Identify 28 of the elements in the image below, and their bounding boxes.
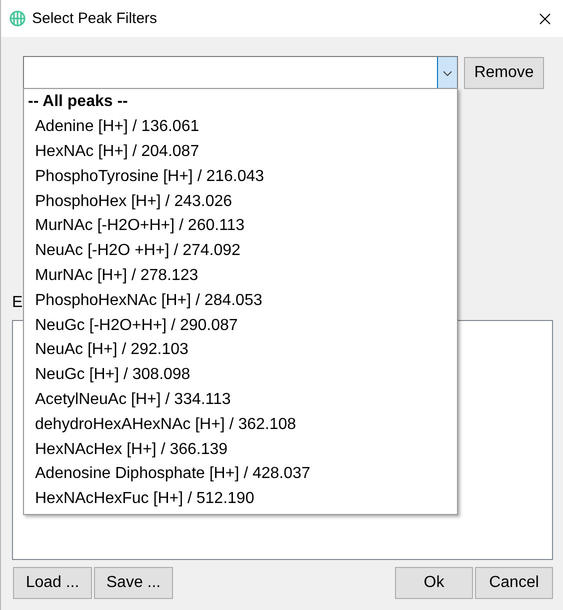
peak-option[interactable]: NeuGc [-H2O+H+] / 290.087	[24, 313, 457, 338]
peak-option[interactable]: Adenosine Diphosphate [H+] / 428.037	[24, 462, 457, 487]
close-icon[interactable]	[539, 12, 551, 24]
file-button[interactable]: Save ...	[94, 567, 173, 599]
peak-option[interactable]: HexNAcHex [H+] / 366.139	[24, 437, 457, 462]
peak-option[interactable]: MurNAc [-H2O+H+] / 260.113	[24, 214, 457, 239]
peak-option[interactable]: dehydroHexAHexNAc [H+] / 362.108	[24, 412, 457, 438]
peak-option[interactable]: NeuAc [H+] / 292.103	[24, 338, 457, 363]
peak-option[interactable]: HexNAcHexFuc [H+] / 512.190	[24, 486, 457, 512]
peak-option[interactable]: HexNAc [H+] / 204.087	[24, 140, 457, 164]
dialog-button[interactable]: Cancel	[475, 567, 553, 599]
caret-icon	[443, 70, 452, 76]
all-peaks-option[interactable]: -- All peaks --	[24, 90, 457, 115]
peak-option[interactable]: NeuAc [-H2O +H+] / 274.092	[24, 238, 457, 264]
file-button[interactable]: Load ...	[13, 567, 92, 599]
peak-option[interactable]: NeuGc [H+] / 308.098	[24, 362, 457, 388]
remove-button[interactable]: Remove	[464, 57, 544, 89]
app-logo-icon	[9, 10, 26, 27]
window-title: Select Peak Filters	[32, 10, 158, 27]
peak-option[interactable]: AcetylNeuAc [H+] / 334.113	[24, 388, 457, 412]
peak-option[interactable]: PhosphoTyrosine [H+] / 216.043	[24, 164, 457, 190]
peak-combo-box[interactable]	[23, 56, 458, 90]
peak-option[interactable]: MurNAc [H+] / 278.123	[24, 264, 457, 288]
peak-option[interactable]: Adenine [H+] / 136.061	[24, 114, 457, 140]
list-label: E	[12, 294, 23, 313]
dialog-button[interactable]: Ok	[395, 567, 473, 599]
peak-option[interactable]: PhosphoHex [H+] / 243.026	[24, 189, 457, 214]
peak-option[interactable]: PhosphoHexNAc [H+] / 284.053	[24, 288, 457, 314]
